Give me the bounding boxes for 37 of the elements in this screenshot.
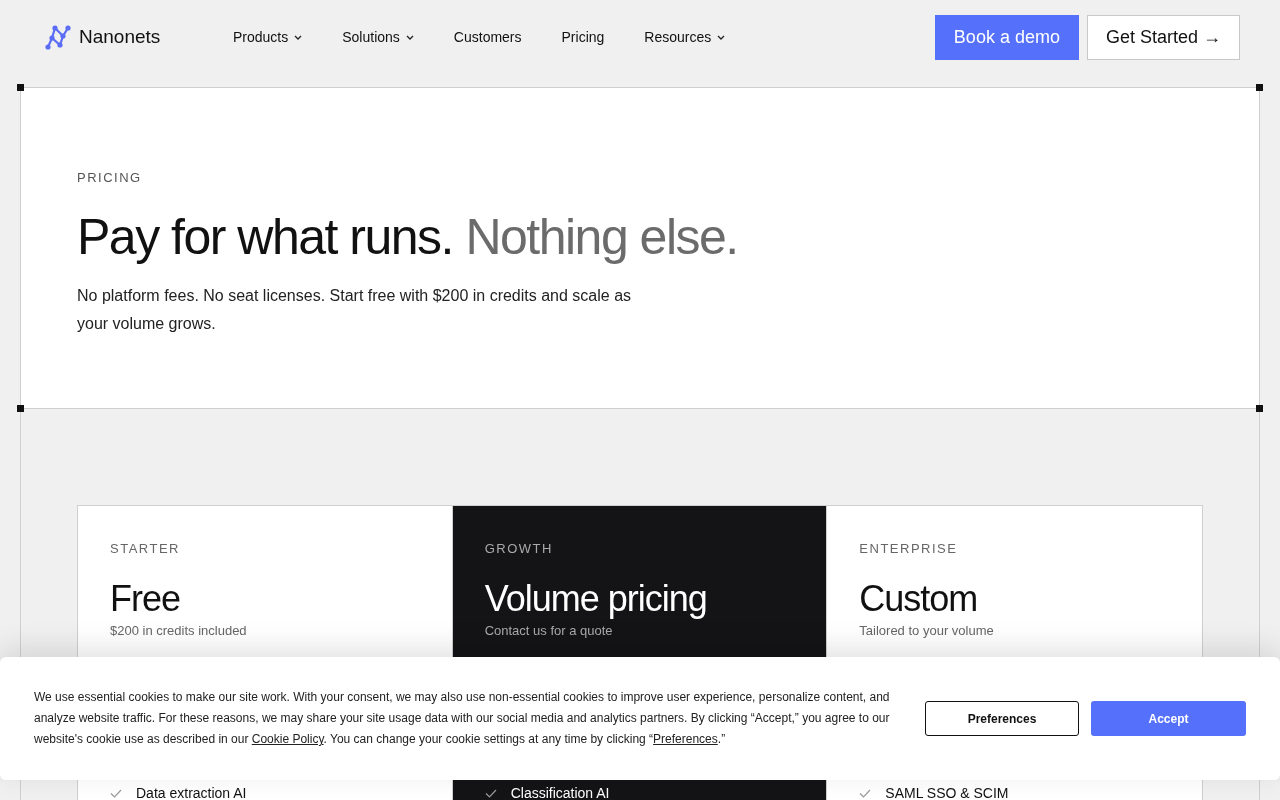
cookie-policy-link[interactable]: Cookie Policy [251, 732, 324, 746]
brand-name[interactable]: Nanonets [79, 23, 161, 52]
resize-handle[interactable] [1256, 405, 1263, 412]
accept-button[interactable]: Accept [1091, 701, 1246, 736]
eyebrow-label: PRICING [77, 169, 143, 187]
nav-link[interactable]: Products [233, 27, 303, 48]
plan-note: Contact us for a quote [484, 621, 614, 640]
plan-tier-label: STARTER [110, 540, 181, 558]
resize-handle[interactable] [17, 84, 24, 91]
plan-tier-label: ENTERPRISE [859, 540, 959, 558]
get-started-button[interactable]: Get Started → [1086, 15, 1240, 60]
preferences-link[interactable]: Preferences [653, 732, 718, 746]
logo-icon [45, 24, 71, 51]
feature-item: Data extraction AI [136, 784, 247, 800]
plan-note: $200 in credits included [110, 621, 248, 640]
plan-tier-label: GROWTH [484, 540, 554, 558]
headline: Pay for what runs. [77, 208, 453, 265]
nav-link[interactable]: Customers [453, 27, 522, 48]
plan-price: Custom [859, 576, 979, 621]
check-icon [859, 789, 872, 798]
resize-handle[interactable] [17, 405, 24, 412]
feature-item: SAML SSO & SCIM [885, 784, 1009, 800]
plan-note: Tailored to your volume [859, 621, 995, 640]
nav-link[interactable]: Solutions [342, 27, 414, 48]
nav-link[interactable]: Resources [644, 27, 726, 48]
preferences-button[interactable]: Preferences [925, 701, 1079, 736]
plan-price: Free [110, 576, 182, 621]
book-demo-button[interactable]: Book a demo [934, 15, 1079, 60]
nav-link[interactable]: Pricing [561, 27, 605, 48]
headline-muted: Nothing else. [465, 208, 738, 265]
resize-handle[interactable] [1256, 84, 1263, 91]
check-icon [110, 789, 122, 798]
plan-price: Volume pricing [484, 576, 708, 621]
check-icon [484, 789, 497, 798]
cookie-notice: We use essential cookies to make our site work. With your consent, we may also use non-essential cookies to improve user experience, personalize content, and analyze website traffic. For these reasons, we may share your site usage data with our social media and analytics partners. By clicking “Accept,” you agree to our website's cookie use as described in our Cookie Policy. You can change your cookie settings at any time by clicking “Preferences.” [34, 689, 891, 748]
feature-item: Classification AI [510, 784, 610, 800]
hero-description: No platform fees. No seat licenses. Start free with $200 in credits and scale as your volume grows. [77, 285, 633, 334]
